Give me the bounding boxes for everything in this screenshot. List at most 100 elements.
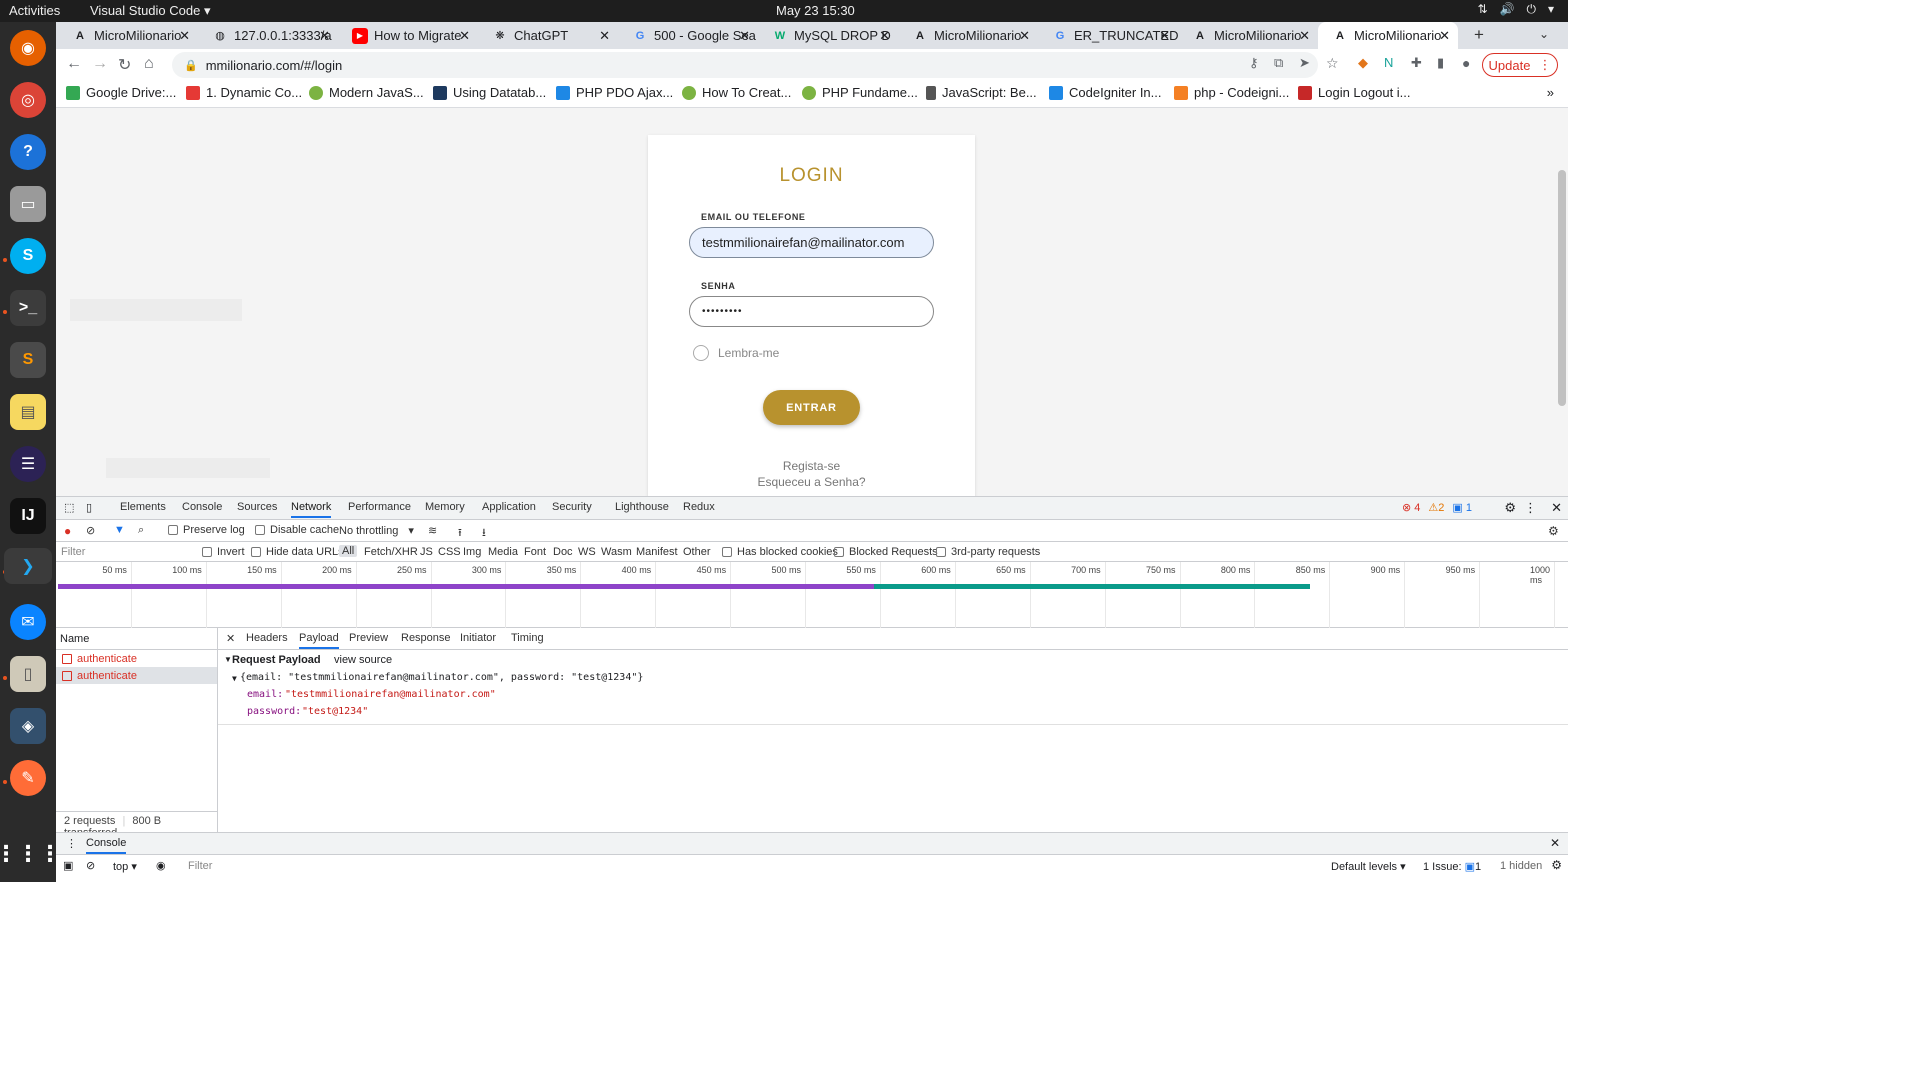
home-icon[interactable]: ⌂ <box>144 55 154 73</box>
address-bar[interactable]: 🔒 mmilionario.com/#/login <box>172 52 1318 78</box>
password-field[interactable]: ••••••••• <box>689 296 934 327</box>
filter-input[interactable]: Filter <box>61 546 191 558</box>
expand-triangle-icon[interactable]: ▼ <box>224 655 232 664</box>
intellij-icon[interactable]: IJ <box>10 498 46 534</box>
email-field[interactable]: testmmilionairefan@mailinator.com <box>689 227 934 258</box>
skype-icon[interactable]: S <box>10 238 46 274</box>
tab-redux[interactable]: Redux <box>683 501 715 513</box>
close-tab-icon[interactable]: ✕ <box>179 28 190 44</box>
browser-tab[interactable]: W MySQL DROP D ✕ <box>758 22 898 49</box>
lock-icon[interactable]: 🔒 <box>184 59 198 72</box>
page-scrollbar[interactable] <box>1558 170 1566 406</box>
devtools-menu-icon[interactable]: ⋮ <box>1524 500 1537 516</box>
sticky-notes-icon[interactable]: ▤ <box>10 394 46 430</box>
throttling-select[interactable]: No throttling ▾ <box>339 524 414 538</box>
send-icon[interactable]: ➤ <box>1299 55 1310 71</box>
update-button[interactable]: Update ⋮ <box>1482 53 1558 77</box>
mysql-workbench-icon[interactable]: ◈ <box>10 708 46 744</box>
tab-response[interactable]: Response <box>401 632 451 644</box>
extensions-puzzle-icon[interactable]: ✚ <box>1411 55 1422 71</box>
invert-checkbox[interactable]: Invert <box>202 546 245 558</box>
power-icon[interactable]: ⏻ <box>1526 2 1536 17</box>
firefox-icon[interactable]: ◉ <box>10 30 46 66</box>
tab-search-chevron-icon[interactable]: ⌄ <box>1539 27 1549 41</box>
new-tab-icon[interactable]: + <box>1474 25 1484 45</box>
type-filter-css[interactable]: CSS <box>438 546 461 558</box>
bookmark-item[interactable]: Login Logout i... <box>1298 85 1411 100</box>
tab-performance[interactable]: Performance <box>348 501 411 513</box>
close-tab-icon[interactable]: ✕ <box>1159 28 1170 44</box>
record-icon[interactable]: ● <box>64 524 71 538</box>
expand-triangle-icon[interactable]: ▼ <box>232 674 237 683</box>
tab-memory[interactable]: Memory <box>425 501 465 513</box>
files-icon[interactable]: ▭ <box>10 186 46 222</box>
bookmark-item[interactable]: Using Datatab... <box>433 85 546 100</box>
back-icon[interactable]: ← <box>66 55 82 73</box>
browser-tab[interactable]: ◍ 127.0.0.1:3333/a ✕ <box>198 22 338 49</box>
browser-tab[interactable]: G ER_TRUNCATED ✕ <box>1038 22 1178 49</box>
volume-icon[interactable]: 🔊 <box>1500 2 1515 17</box>
context-select[interactable]: top ▾ <box>113 860 137 873</box>
eye-icon[interactable]: ◉ <box>156 859 166 872</box>
export-har-icon[interactable]: ⭳ <box>482 524 486 543</box>
bookmark-item[interactable]: JavaScript: Be... <box>926 85 1037 100</box>
browser-tab[interactable]: G 500 - Google Sea ✕ <box>618 22 758 49</box>
tab-sources[interactable]: Sources <box>237 501 277 513</box>
close-tab-icon[interactable]: ✕ <box>599 28 610 44</box>
thunderbird-icon[interactable]: ✉ <box>10 604 46 640</box>
type-filter-other[interactable]: Other <box>683 546 711 558</box>
network-conditions-icon[interactable]: ≋ <box>428 524 437 537</box>
terminal-icon[interactable]: >_ <box>10 290 46 326</box>
remember-me-radio[interactable] <box>693 345 709 361</box>
text-editor-icon[interactable]: ▯ <box>10 656 46 692</box>
third-party-checkbox[interactable]: 3rd-party requests <box>936 546 1040 558</box>
preserve-log-checkbox[interactable]: Preserve log <box>168 524 245 536</box>
vscode-icon[interactable]: ❯ <box>4 548 52 584</box>
forward-icon[interactable]: → <box>92 55 108 73</box>
bookmark-item[interactable]: Google Drive:... <box>66 85 176 100</box>
clear-console-icon[interactable]: ⊘ <box>86 859 95 872</box>
network-icon[interactable]: ⇅ <box>1477 2 1487 17</box>
close-tab-icon[interactable]: ✕ <box>739 28 750 44</box>
network-settings-icon[interactable]: ⚙ <box>1548 524 1559 538</box>
view-source-link[interactable]: view source <box>334 654 392 666</box>
system-tray[interactable]: ⇅ 🔊 ⏻ ▾ <box>1477 2 1554 17</box>
console-counters[interactable]: ⊗ 4 ⚠2 ▣ 1 <box>1402 501 1472 514</box>
chrome-icon[interactable]: ◎ <box>10 82 46 118</box>
bookmark-item[interactable]: How To Creat... <box>682 85 791 100</box>
filter-funnel-icon[interactable]: ▼ <box>114 524 125 536</box>
drawer-tab-console[interactable]: Console <box>86 837 127 854</box>
close-devtools-icon[interactable]: ✕ <box>1551 500 1562 516</box>
close-tab-icon[interactable]: ✕ <box>1019 28 1030 44</box>
tray-chevron-icon[interactable]: ▾ <box>1548 2 1554 17</box>
log-levels-select[interactable]: Default levels ▾ <box>1331 860 1406 873</box>
tab-payload[interactable]: Payload <box>299 632 339 649</box>
tab-security[interactable]: Security <box>552 501 592 513</box>
sidebar-toggle-icon[interactable]: ▣ <box>63 859 73 872</box>
bookmark-item[interactable]: PHP Fundame... <box>802 85 918 100</box>
tab-timing[interactable]: Timing <box>511 632 544 644</box>
search-icon[interactable]: ⌕ <box>138 524 144 537</box>
error-count[interactable]: ⊗ 4 <box>1402 501 1420 514</box>
tab-network[interactable]: Network <box>291 501 332 518</box>
issue-count[interactable]: ▣ 1 <box>1452 501 1472 514</box>
translate-icon[interactable]: ⧉ <box>1274 55 1283 71</box>
disable-cache-checkbox[interactable]: Disable cache <box>255 524 339 536</box>
active-app-menu[interactable]: Visual Studio Code ▾ <box>90 3 210 19</box>
close-tab-icon[interactable]: ✕ <box>319 28 330 44</box>
bookmark-item[interactable]: php - Codeigni... <box>1174 85 1289 100</box>
close-tab-icon[interactable]: ✕ <box>459 28 470 44</box>
postman-icon[interactable]: ✎ <box>10 760 46 796</box>
bookmarks-overflow-icon[interactable]: » <box>1547 85 1554 100</box>
browser-tab-active[interactable]: A MicroMilionario ✕ <box>1318 22 1458 49</box>
login-submit-button[interactable]: ENTRAR <box>763 390 860 425</box>
metamask-icon[interactable]: ◆ <box>1358 55 1368 71</box>
browser-tab[interactable]: A MicroMilionario ✕ <box>1178 22 1318 49</box>
request-row[interactable]: authenticate <box>56 650 217 667</box>
console-filter-input[interactable]: Filter <box>188 860 212 872</box>
key-icon[interactable]: ⚷ <box>1249 55 1259 71</box>
close-drawer-icon[interactable]: ✕ <box>1550 836 1560 850</box>
has-blocked-cookies-checkbox[interactable]: Has blocked cookies <box>722 546 838 558</box>
issues-counter[interactable]: 1 Issue: ▣1 <box>1423 860 1481 873</box>
remember-me-option[interactable]: Lembra-me <box>693 345 779 361</box>
